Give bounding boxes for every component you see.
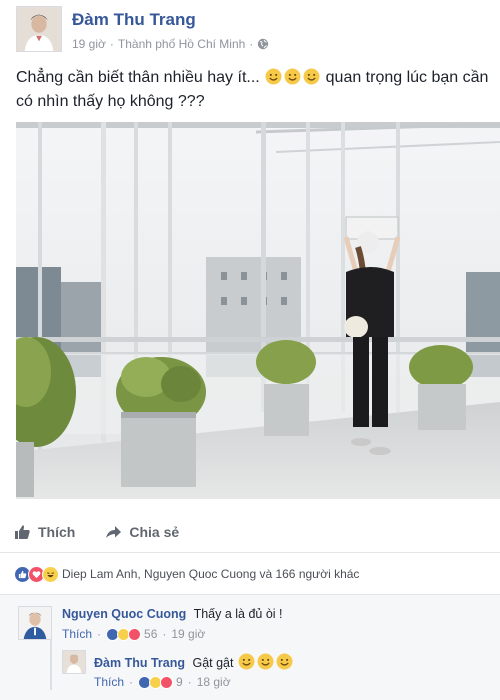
post-text-line-2: có nhìn thấy họ không ??? <box>16 93 205 110</box>
comment-meta-dot-2: · <box>162 627 167 641</box>
comment-text: Thấy a là đủ òi ! <box>193 607 283 621</box>
reply-author[interactable]: Đàm Thu Trang <box>94 656 185 670</box>
post-author-name[interactable]: Đàm Thu Trang <box>72 10 196 30</box>
reply-thread-line <box>50 640 52 690</box>
comment-reaction-icons[interactable] <box>106 627 142 641</box>
comment-time[interactable]: 19 giờ <box>171 627 205 641</box>
love-reaction-icon <box>160 675 174 689</box>
post-text-line-1: Chẳng cần biết thân nhiều hay ít... quan… <box>16 66 496 90</box>
reactions-summary[interactable]: Diep Lam Anh, Nguyen Quoc Cuong và 166 n… <box>14 564 359 584</box>
meta-separator-2: · <box>249 37 254 51</box>
reply-meta-dot-2: · <box>187 675 192 689</box>
reply-reaction-count[interactable]: 9 <box>176 675 183 689</box>
reply-meta-dot: · <box>129 675 134 689</box>
reaction-icons <box>14 565 59 583</box>
comment-reaction-count[interactable]: 56 <box>144 627 157 641</box>
comment-meta: Thích · 56 · 19 giờ <box>62 627 205 641</box>
post-text-segment-2: quan trọng lúc bạn cần <box>325 69 489 86</box>
love-reaction-icon <box>128 627 142 641</box>
divider <box>0 552 500 553</box>
post-meta: 19 giờ · Thành phố Hồ Chí Minh · <box>72 37 269 51</box>
emoji-smile-icon <box>257 653 274 670</box>
comment-like-link[interactable]: Thích <box>62 627 92 641</box>
globe-icon[interactable] <box>257 38 269 50</box>
emoji-smile-icon <box>265 68 282 85</box>
reply-author-avatar[interactable] <box>62 650 86 674</box>
emoji-smile-icon <box>303 68 320 85</box>
comment-author[interactable]: Nguyen Quoc Cuong <box>62 607 186 621</box>
meta-separator: · <box>109 37 114 51</box>
post-actions: Thích Chia sẻ <box>14 520 179 544</box>
share-arrow-icon <box>106 526 122 538</box>
comment-item: Nguyen Quoc Cuong Thấy a là đủ òi ! Thíc… <box>18 606 488 646</box>
thumbs-up-icon <box>15 525 30 539</box>
post-header: Đàm Thu Trang 19 giờ · Thành phố Hồ Chí … <box>16 6 486 56</box>
share-button[interactable]: Chia sẻ <box>105 524 179 540</box>
author-avatar[interactable] <box>16 6 62 52</box>
emoji-smile-icon <box>238 653 255 670</box>
comment-body: Nguyen Quoc Cuong Thấy a là đủ òi ! <box>62 607 283 621</box>
reply-meta: Thích · 9 · 18 giờ <box>94 675 231 689</box>
emoji-smile-icon <box>284 68 301 85</box>
post-photo[interactable] <box>16 122 500 499</box>
reply-time[interactable]: 18 giờ <box>197 675 231 689</box>
commenter-avatar[interactable] <box>18 606 52 640</box>
post-time[interactable]: 19 giờ <box>72 37 106 51</box>
post-location[interactable]: Thành phố Hồ Chí Minh <box>118 37 245 51</box>
emoji-smile-icon <box>276 653 293 670</box>
comment-meta-dot: · <box>97 627 102 641</box>
reply-body: Đàm Thu Trang Gật gật <box>94 653 294 670</box>
reply-like-link[interactable]: Thích <box>94 675 124 689</box>
facebook-post: Đàm Thu Trang 19 giờ · Thành phố Hồ Chí … <box>0 0 500 700</box>
reply-text: Gật gật <box>192 656 234 670</box>
like-label: Thích <box>38 524 76 540</box>
haha-reaction-icon <box>42 565 59 583</box>
share-label: Chia sẻ <box>129 524 180 540</box>
reply-item: Đàm Thu Trang Gật gật Thích · 9 · 18 giờ <box>62 650 492 690</box>
reactions-summary-text: Diep Lam Anh, Nguyen Quoc Cuong và 166 n… <box>62 567 360 581</box>
like-button[interactable]: Thích <box>14 524 75 540</box>
post-text-segment-1: Chẳng cần biết thân nhiều hay ít... <box>16 69 260 86</box>
reply-reaction-icons[interactable] <box>138 675 174 689</box>
post-text: Chẳng cần biết thân nhiều hay ít... quan… <box>16 66 496 114</box>
